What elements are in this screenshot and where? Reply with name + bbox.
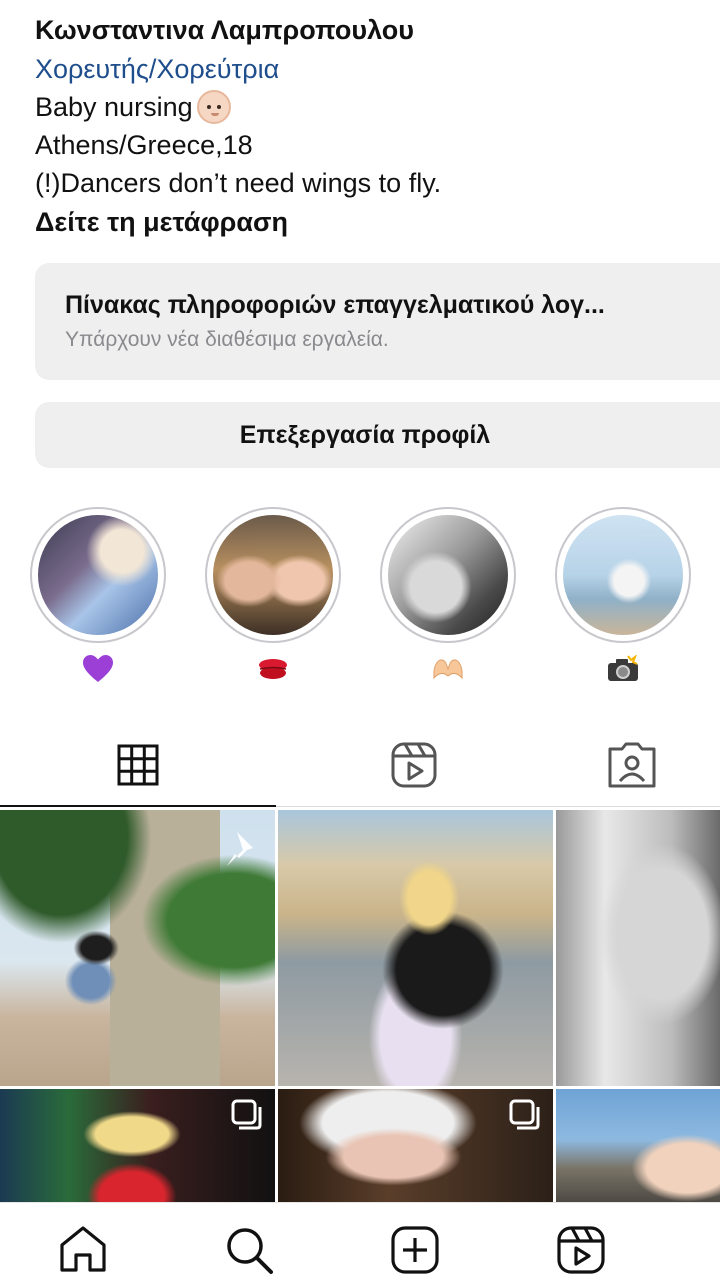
multiple-posts-icon [231,1099,262,1130]
dashboard-subtitle: Υπάρχουν νέα διαθέσιμα εργαλεία. [65,328,389,351]
profile-category-link[interactable]: Χορευτής/Χορεύτρια [35,50,715,88]
post-4[interactable] [0,1089,275,1202]
highlight-ring [380,507,516,643]
professional-dashboard-card[interactable]: Πίνακας πληροφοριών επαγγελματικού λογ..… [35,263,720,380]
bio-line-1-text: Baby nursing [35,92,193,122]
highlight-item-3[interactable] [380,507,516,687]
see-translation-link[interactable]: Δείτε τη μετάφραση [35,202,715,242]
highlight-ring [30,507,166,643]
post-3[interactable] [556,810,720,1086]
profile-name: Κωνσταντινα Λαμπροπουλου [35,15,415,45]
highlight-ring [205,507,341,643]
tagged-icon [608,742,656,788]
bottom-nav [0,1202,720,1280]
highlight-cover-4 [563,515,683,635]
bio-line-2: Athens/Greece,18 [35,130,253,160]
create-icon [391,1226,439,1274]
post-6[interactable] [556,1089,720,1202]
kiss-mark-icon [205,651,341,687]
highlight-ring [555,507,691,643]
home-icon [60,1226,106,1272]
reels-icon [557,1226,605,1274]
nav-create[interactable] [390,1225,440,1280]
grid-icon [117,744,159,786]
story-highlights [0,507,720,687]
posts-grid [0,810,720,1202]
camera-flash-icon [555,651,691,687]
highlight-cover-1 [38,515,158,635]
profile-tabs [0,726,720,808]
tab-grid[interactable] [0,726,276,804]
tab-reels[interactable] [276,726,552,804]
edit-profile-button[interactable]: Επεξεργασία προφίλ [35,402,720,468]
nav-reels[interactable] [556,1225,606,1280]
highlight-item-4[interactable] [555,507,691,687]
tab-tagged[interactable] [552,726,720,804]
nav-home[interactable] [58,1225,108,1278]
multiple-posts-icon [509,1099,540,1130]
purple-heart-icon [30,651,166,687]
pin-icon [227,832,253,866]
profile-bio: Κωνσταντινα Λαμπροπουλου Χορευτής/Χορεύτ… [35,10,715,242]
highlight-item-2[interactable] [205,507,341,687]
dashboard-title: Πίνακας πληροφοριών επαγγελματικού λογ..… [65,291,605,319]
bio-line-3: (!)Dancers don’t need wings to fly. [35,168,442,198]
search-icon [227,1228,273,1274]
highlight-cover-3 [388,515,508,635]
highlight-cover-2 [213,515,333,635]
post-1[interactable] [0,810,275,1086]
post-2[interactable] [278,810,553,1086]
highlight-item-1[interactable] [30,507,166,687]
reels-icon [391,742,437,788]
baby-face-icon [196,90,231,124]
heart-hands-icon [380,651,516,687]
nav-search[interactable] [224,1225,274,1280]
bio-line-1: Baby nursing [35,88,715,126]
active-tab-indicator [0,805,276,807]
post-5[interactable] [278,1089,553,1202]
